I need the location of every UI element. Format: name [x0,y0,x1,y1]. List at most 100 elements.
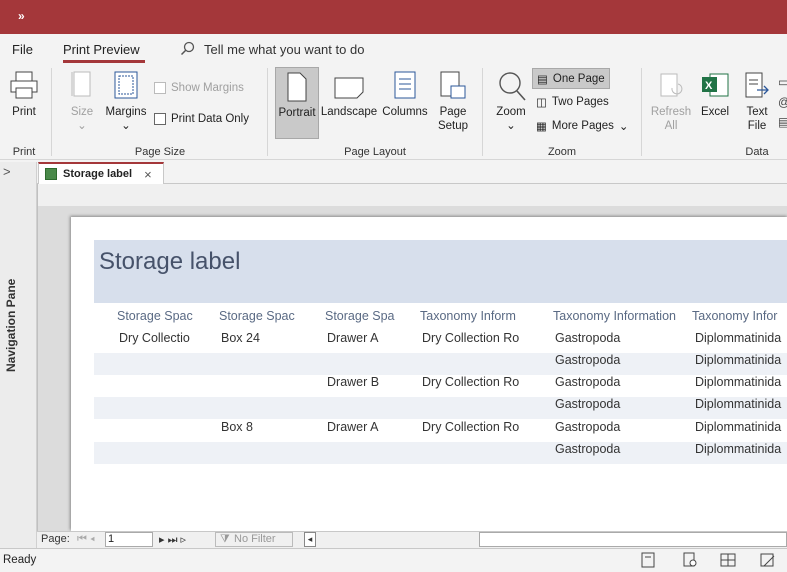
table-cell: Diplommatinida [695,397,782,411]
one-page-button[interactable]: ▤ One Page [532,68,610,89]
chevron-down-icon: ⌄ [506,120,516,132]
tell-me-box[interactable]: Tell me what you want to do [180,41,364,57]
table-row: Gastropoda Diplommatinida [94,353,787,375]
landscape-button[interactable]: Landscape [320,70,378,119]
zoom-label: Zoom [496,106,526,118]
portrait-icon [287,72,307,102]
print-label: Print [12,106,36,118]
print-preview-tab[interactable]: Print Preview [63,42,140,57]
margins-button[interactable]: Margins ⌄ [104,70,148,133]
tab-storage-label[interactable]: Storage label × [38,162,164,184]
column-header: Taxonomy Information [553,309,676,323]
two-pages-label: Two Pages [551,96,609,108]
separator [51,68,52,156]
design-view-icon[interactable] [760,552,776,568]
table-cell: Drawer B [327,375,380,389]
print-data-only-label: Print Data Only [171,113,249,125]
zoom-group-label: Zoom [547,146,577,158]
layout-view-icon[interactable] [720,552,736,568]
preview-top-strip [38,184,787,206]
chevron-down-icon: ⌄ [121,120,131,132]
portrait-button[interactable]: Portrait [275,67,319,139]
page-setup-icon [440,71,466,99]
table-cell: Diplommatinida [695,442,782,456]
text-file-button[interactable]: Text File [740,70,774,133]
more-pages-label: More Pages [551,120,614,132]
scroll-left-button[interactable]: ◂ [304,532,316,547]
search-icon [180,41,195,56]
print-button[interactable]: Print [6,70,42,119]
column-header: Taxonomy Inform [420,309,516,323]
table-cell: Gastropoda [555,397,621,411]
columns-icon [394,71,416,99]
next-last-page-icons[interactable]: ▸ ⏭ ▹ [159,533,186,547]
size-label: Size [70,106,94,118]
ribbon: Print Print Size ⌄ Margins ⌄ Show Margin… [0,64,787,160]
menu-bar: File Print Preview Tell me what you want… [0,34,787,64]
excel-label: Excel [700,106,730,118]
preview-canvas[interactable]: Storage label Storage Spac Storage Spac … [37,184,787,531]
page-size-group-label: Page Size [134,146,186,158]
quick-access-toolbar-more[interactable]: » [18,9,25,23]
tab-label: Storage label [63,168,133,180]
page-layout-group-label: Page Layout [344,146,406,158]
two-pages-button[interactable]: ◫ Two Pages [536,95,609,109]
print-group-label: Print [12,146,36,158]
document-tab-strip: Storage label × [37,162,787,184]
record-navigation-bar: Page: ⏮ ◂ 1 ▸ ⏭ ▹ ⧩ No Filter ◂ [37,531,787,548]
refresh-icon [660,73,683,97]
svg-text:X: X [705,80,713,92]
print-data-only-checkbox[interactable]: Print Data Only [154,113,249,125]
chevron-down-icon: ⌄ [618,121,629,133]
page-size-icon [71,71,91,97]
table-cell: Dry Collectio [119,331,190,345]
refresh-label-2: All [664,120,678,132]
table-row: Drawer B Dry Collection Ro Gastropoda Di… [94,375,787,397]
landscape-label: Landscape [320,106,378,118]
table-cell: Dry Collection Ro [422,375,520,389]
navigation-pane[interactable]: > Navigation Pane [0,162,37,548]
margins-icon [114,71,138,99]
print-preview-view-icon[interactable] [682,552,698,568]
page-setup-label-1: Page [439,106,467,118]
zoom-button[interactable]: Zoom ⌄ [492,70,530,133]
file-tab[interactable]: File [12,42,33,57]
page-setup-button[interactable]: Page Setup [434,70,472,133]
table-cell: Drawer A [327,331,379,345]
more-export-icons[interactable]: ▭@▤ [778,72,787,132]
data-group-label: Data [745,146,769,158]
margins-label: Margins [105,106,147,118]
close-icon[interactable]: × [144,167,152,182]
table-cell: Gastropoda [555,375,621,389]
table-cell: Dry Collection Ro [422,331,520,345]
columns-button[interactable]: Columns [380,70,430,119]
filter-icon: ⧩ [220,533,230,545]
table-cell: Box 8 [221,420,253,434]
no-filter-button[interactable]: ⧩ No Filter [215,532,293,547]
no-filter-label: No Filter [234,533,276,545]
status-text: Ready [3,554,37,566]
report-title: Storage label [99,248,241,275]
size-button[interactable]: Size ⌄ [66,70,98,133]
show-margins-checkbox[interactable]: Show Margins [154,82,244,94]
table-cell: Diplommatinida [695,420,782,434]
report-header: Storage label [94,240,787,303]
magnifier-icon [499,72,526,101]
page-number-input[interactable]: 1 [105,532,153,547]
text-file-icon [745,72,769,98]
first-prev-page-icons[interactable]: ⏮ ◂ [77,533,95,546]
table-cell: Gastropoda [555,353,621,367]
excel-button[interactable]: X Excel [697,70,733,119]
nav-pane-toggle[interactable]: > [3,164,11,179]
text-file-label-2: File [747,120,767,132]
columns-label: Columns [382,106,428,118]
horizontal-scrollbar[interactable] [479,532,787,547]
refresh-all-button[interactable]: Refresh All [649,70,693,133]
refresh-label-1: Refresh [650,106,692,118]
more-pages-button[interactable]: ▦ More Pages ⌄ [536,119,629,133]
table-cell: Gastropoda [555,442,621,456]
report-view-icon[interactable] [640,552,656,568]
table-cell: Diplommatinida [695,331,782,345]
excel-icon: X [702,73,729,97]
column-header: Storage Spac [219,309,295,323]
